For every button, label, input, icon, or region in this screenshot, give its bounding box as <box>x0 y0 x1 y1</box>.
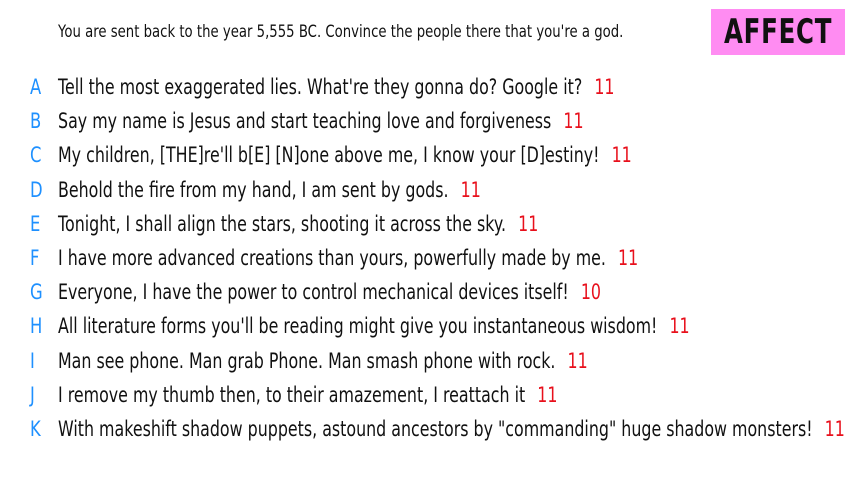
answer-text: I have more advanced creations than your… <box>58 245 606 270</box>
answer-score: 11 <box>567 348 588 373</box>
answer-text: Tell the most exaggerated lies. What're … <box>58 75 583 99</box>
answer-text: With makeshift shadow puppets, astound a… <box>58 416 813 441</box>
answer-row: C My children, [THE]re'll b[E] [N]one ab… <box>0 138 853 172</box>
answer-text: Behold the fire from my hand, I am sent … <box>58 177 449 202</box>
answer-letter: F <box>30 245 40 270</box>
answer-text: Man see phone. Man grab Phone. Man smash… <box>58 348 556 373</box>
prompt-text: You are sent back to the year 5,555 BC. … <box>58 22 624 42</box>
answer-row: F I have more advanced creations than yo… <box>0 241 853 275</box>
answer-row: A Tell the most exaggerated lies. What'r… <box>0 70 853 104</box>
answer-score: 11 <box>618 245 639 270</box>
answer-letter: H <box>30 314 43 339</box>
answer-text: Tonight, I shall align the stars, shooti… <box>58 211 507 236</box>
answer-text: Say my name is Jesus and start teaching … <box>58 109 552 134</box>
answer-row: B Say my name is Jesus and start teachin… <box>0 104 853 138</box>
answer-score: 11 <box>824 416 845 441</box>
answer-row: G Everyone, I have the power to control … <box>0 275 853 309</box>
category-badge-label: AFFECT <box>723 12 833 52</box>
answer-score: 11 <box>460 177 481 202</box>
answer-letter: E <box>30 211 41 236</box>
answer-score: 11 <box>594 75 615 99</box>
answer-letter: D <box>30 177 43 202</box>
answer-score: 10 <box>580 280 601 305</box>
answer-letter: I <box>30 348 35 373</box>
answer-score: 11 <box>669 314 690 339</box>
answer-text: All literature forms you'll be reading m… <box>58 314 658 339</box>
answer-letter: B <box>30 109 42 134</box>
answer-row: D Behold the fire from my hand, I am sen… <box>0 173 853 207</box>
answer-list: A Tell the most exaggerated lies. What'r… <box>0 70 853 446</box>
answer-score: 11 <box>518 211 539 236</box>
answer-text: Everyone, I have the power to control me… <box>58 280 569 305</box>
answer-row: H All literature forms you'll be reading… <box>0 309 853 343</box>
answer-row: K With makeshift shadow puppets, astound… <box>0 412 853 446</box>
answer-text: I remove my thumb then, to their amazeme… <box>58 382 526 407</box>
answer-letter: G <box>30 280 43 305</box>
answer-letter: A <box>30 75 42 99</box>
answer-letter: K <box>30 416 41 441</box>
answer-score: 11 <box>537 382 558 407</box>
category-badge: AFFECT <box>711 9 845 55</box>
answer-score: 11 <box>611 143 632 168</box>
answer-letter: C <box>30 143 42 168</box>
answer-letter: J <box>30 382 35 407</box>
answer-score: 11 <box>563 109 584 134</box>
answer-text: My children, [THE]re'll b[E] [N]one abov… <box>58 143 600 168</box>
answer-row: J I remove my thumb then, to their amaze… <box>0 378 853 412</box>
answer-row: I Man see phone. Man grab Phone. Man sma… <box>0 344 853 378</box>
answer-row: E Tonight, I shall align the stars, shoo… <box>0 207 853 241</box>
